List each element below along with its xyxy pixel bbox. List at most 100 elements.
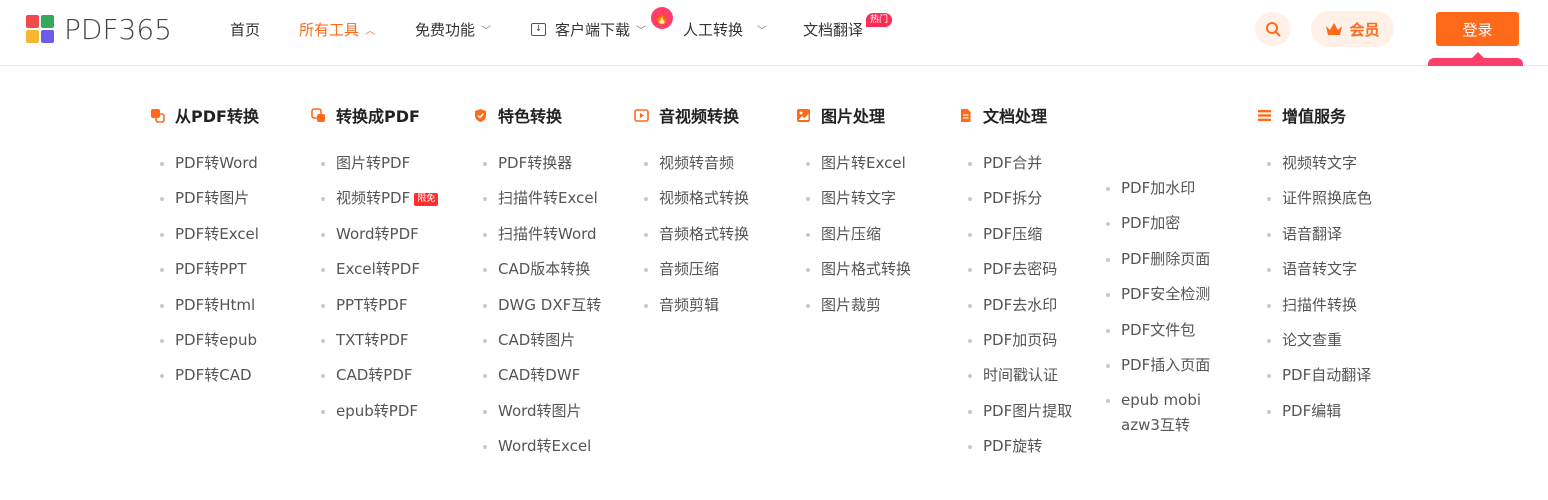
menu-item[interactable]: PDF加水印 — [1096, 176, 1210, 201]
download-icon: ↓ — [531, 22, 546, 36]
document-icon — [958, 108, 973, 123]
menu-list-secondary: PDF加水印 PDF加密 PDF删除页面 PDF安全检测 PDF文件包 PDF插… — [1096, 176, 1210, 449]
nav-manual-label: 人工转换 — [683, 20, 744, 39]
menu-item[interactable]: 时间戳认证 — [958, 363, 1072, 388]
column-heading: 增值服务 — [1257, 104, 1372, 126]
menu-item[interactable]: Word转图片 — [473, 399, 601, 424]
menu-item[interactable]: 视频转文字 — [1257, 151, 1372, 176]
menu-item[interactable]: PDF拆分 — [958, 186, 1072, 211]
menu-item[interactable]: DWG DXF互转 — [473, 293, 601, 318]
menu-item[interactable]: PDF转Excel — [150, 222, 259, 247]
vip-button[interactable]: 会员 — [1311, 11, 1394, 47]
menu-item[interactable]: PDF去密码 — [958, 257, 1072, 282]
video-icon — [634, 108, 649, 123]
nav-free-label: 免费功能 — [415, 20, 476, 39]
column-title: 增值服务 — [1282, 107, 1347, 126]
menu-item[interactable]: epub转PDF — [311, 399, 438, 424]
menu-item[interactable]: CAD转DWF — [473, 363, 601, 388]
menu-item[interactable]: 图片转文字 — [796, 186, 911, 211]
menu-item[interactable]: 音频格式转换 — [634, 222, 749, 247]
menu-item[interactable]: 视频转音频 — [634, 151, 749, 176]
menu-item[interactable]: PDF去水印 — [958, 293, 1072, 318]
menu-item[interactable]: PDF转Word — [150, 151, 259, 176]
column-title: 音视频转换 — [659, 107, 740, 126]
menu-item[interactable]: 扫描件转Excel — [473, 186, 601, 211]
brand-logo[interactable]: PDF365 — [26, 13, 172, 46]
menu-list: 视频转音频 视频格式转换 音频格式转换 音频压缩 音频剪辑 — [634, 151, 749, 318]
column-heading: 转换成PDF — [311, 104, 438, 126]
chevron-down-icon: ﹀ — [481, 25, 492, 37]
nav-manual[interactable]: 人工转换 ﹀ — [683, 18, 767, 40]
column-heading: 文档处理 — [958, 104, 1072, 126]
menu-item[interactable]: 音频压缩 — [634, 257, 749, 282]
crown-icon — [1326, 23, 1343, 35]
nav-download-label: 客户端下载 — [555, 20, 631, 39]
to-pdf-icon — [311, 107, 326, 123]
menu-item[interactable]: Word转Excel — [473, 434, 601, 459]
menu-item[interactable]: PDF转CAD — [150, 363, 259, 388]
menu-item[interactable]: PDF转Html — [150, 293, 259, 318]
menu-item[interactable]: 图片压缩 — [796, 222, 911, 247]
menu-item[interactable]: PDF文件包 — [1096, 318, 1210, 343]
menu-item[interactable]: PDF转图片 — [150, 186, 259, 211]
vip-label: 会员 — [1349, 20, 1380, 39]
menu-item[interactable]: 证件照换底色 — [1257, 186, 1372, 211]
nav-free[interactable]: 免费功能 ﹀ — [415, 18, 491, 40]
login-button[interactable]: 登录 — [1436, 12, 1519, 46]
menu-item[interactable]: PDF插入页面 — [1096, 353, 1210, 378]
search-button[interactable] — [1255, 12, 1291, 46]
column-title: 从PDF转换 — [175, 107, 259, 126]
menu-item[interactable]: PDF合并 — [958, 151, 1072, 176]
menu-item[interactable]: PDF编辑 — [1257, 399, 1372, 424]
menu-item[interactable]: PDF加页码 — [958, 328, 1072, 353]
menu-item[interactable]: CAD版本转换 — [473, 257, 601, 282]
menu-list: 视频转文字 证件照换底色 语音翻译 语音转文字 扫描件转换 论文查重 PDF自动… — [1257, 151, 1372, 424]
menu-item[interactable]: 音频剪辑 — [634, 293, 749, 318]
menu-item[interactable]: 图片裁剪 — [796, 293, 911, 318]
top-header: PDF365 首页 所有工具 ︿ 免费功能 ﹀ ↓ 客户端下载 ﹀ 🔥 人工转换… — [0, 0, 1548, 66]
menu-item[interactable]: PDF图片提取 — [958, 399, 1072, 424]
menu-item[interactable]: PDF删除页面 — [1096, 247, 1210, 272]
menu-list: PDF转Word PDF转图片 PDF转Excel PDF转PPT PDF转Ht… — [150, 151, 259, 388]
pdf-convert-icon — [150, 108, 165, 123]
nav-all-tools[interactable]: 所有工具 ︿ — [299, 18, 375, 40]
menu-item-video-to-pdf[interactable]: 视频转PDF 限免 — [311, 186, 439, 211]
menu-item[interactable]: PDF转换器 — [473, 151, 601, 176]
menu-item[interactable]: 图片转Excel — [796, 151, 911, 176]
menu-item[interactable]: PDF转PPT — [150, 257, 259, 282]
menu-item[interactable]: Word转PDF — [311, 222, 438, 247]
menu-item[interactable]: 论文查重 — [1257, 328, 1372, 353]
nav-all-tools-label: 所有工具 — [299, 20, 360, 39]
column-heading: 从PDF转换 — [150, 104, 259, 126]
shield-icon — [473, 108, 488, 123]
menu-column-document: 文档处理 PDF合并 PDF拆分 PDF压缩 PDF去密码 PDF去水印 PDF… — [958, 104, 1210, 470]
menu-item[interactable]: PDF转epub — [150, 328, 259, 353]
menu-list: PDF转换器 扫描件转Excel 扫描件转Word CAD版本转换 DWG DX… — [473, 151, 601, 459]
logo-mark-icon — [26, 15, 54, 43]
menu-item[interactable]: PDF安全检测 — [1096, 282, 1210, 307]
menu-column-from-pdf: 从PDF转换 PDF转Word PDF转图片 PDF转Excel PDF转PPT… — [150, 104, 259, 399]
menu-item[interactable]: TXT转PDF — [311, 328, 438, 353]
nav-home[interactable]: 首页 — [230, 18, 260, 40]
menu-item[interactable]: 图片转PDF — [311, 151, 438, 176]
menu-item[interactable]: CAD转图片 — [473, 328, 601, 353]
menu-item[interactable]: 图片格式转换 — [796, 257, 911, 282]
nav-translate[interactable]: 文档翻译 — [803, 18, 863, 40]
menu-column-to-pdf: 转换成PDF 图片转PDF 视频转PDF 限免 Word转PDF Excel转PD… — [311, 104, 439, 434]
menu-item[interactable]: PDF压缩 — [958, 222, 1072, 247]
menu-item[interactable]: 语音翻译 — [1257, 222, 1372, 247]
menu-item[interactable]: CAD转PDF — [311, 363, 438, 388]
menu-item[interactable]: 扫描件转换 — [1257, 293, 1372, 318]
nav-download[interactable]: ↓ 客户端下载 ﹀ — [531, 18, 646, 40]
menu-item[interactable]: 语音转文字 — [1257, 257, 1372, 282]
menu-item[interactable]: PDF自动翻译 — [1257, 363, 1372, 388]
menu-item[interactable]: epub mobi azw3互转 — [1096, 388, 1206, 438]
menu-item[interactable]: PDF旋转 — [958, 434, 1072, 459]
menu-item[interactable]: PPT转PDF — [311, 293, 438, 318]
menu-item-label: 视频转PDF — [336, 189, 411, 208]
menu-item[interactable]: Excel转PDF — [311, 257, 438, 282]
menu-item[interactable]: 视频格式转换 — [634, 186, 749, 211]
column-heading: 音视频转换 — [634, 104, 749, 126]
menu-item[interactable]: PDF加密 — [1096, 211, 1210, 236]
menu-item[interactable]: 扫描件转Word — [473, 222, 601, 247]
